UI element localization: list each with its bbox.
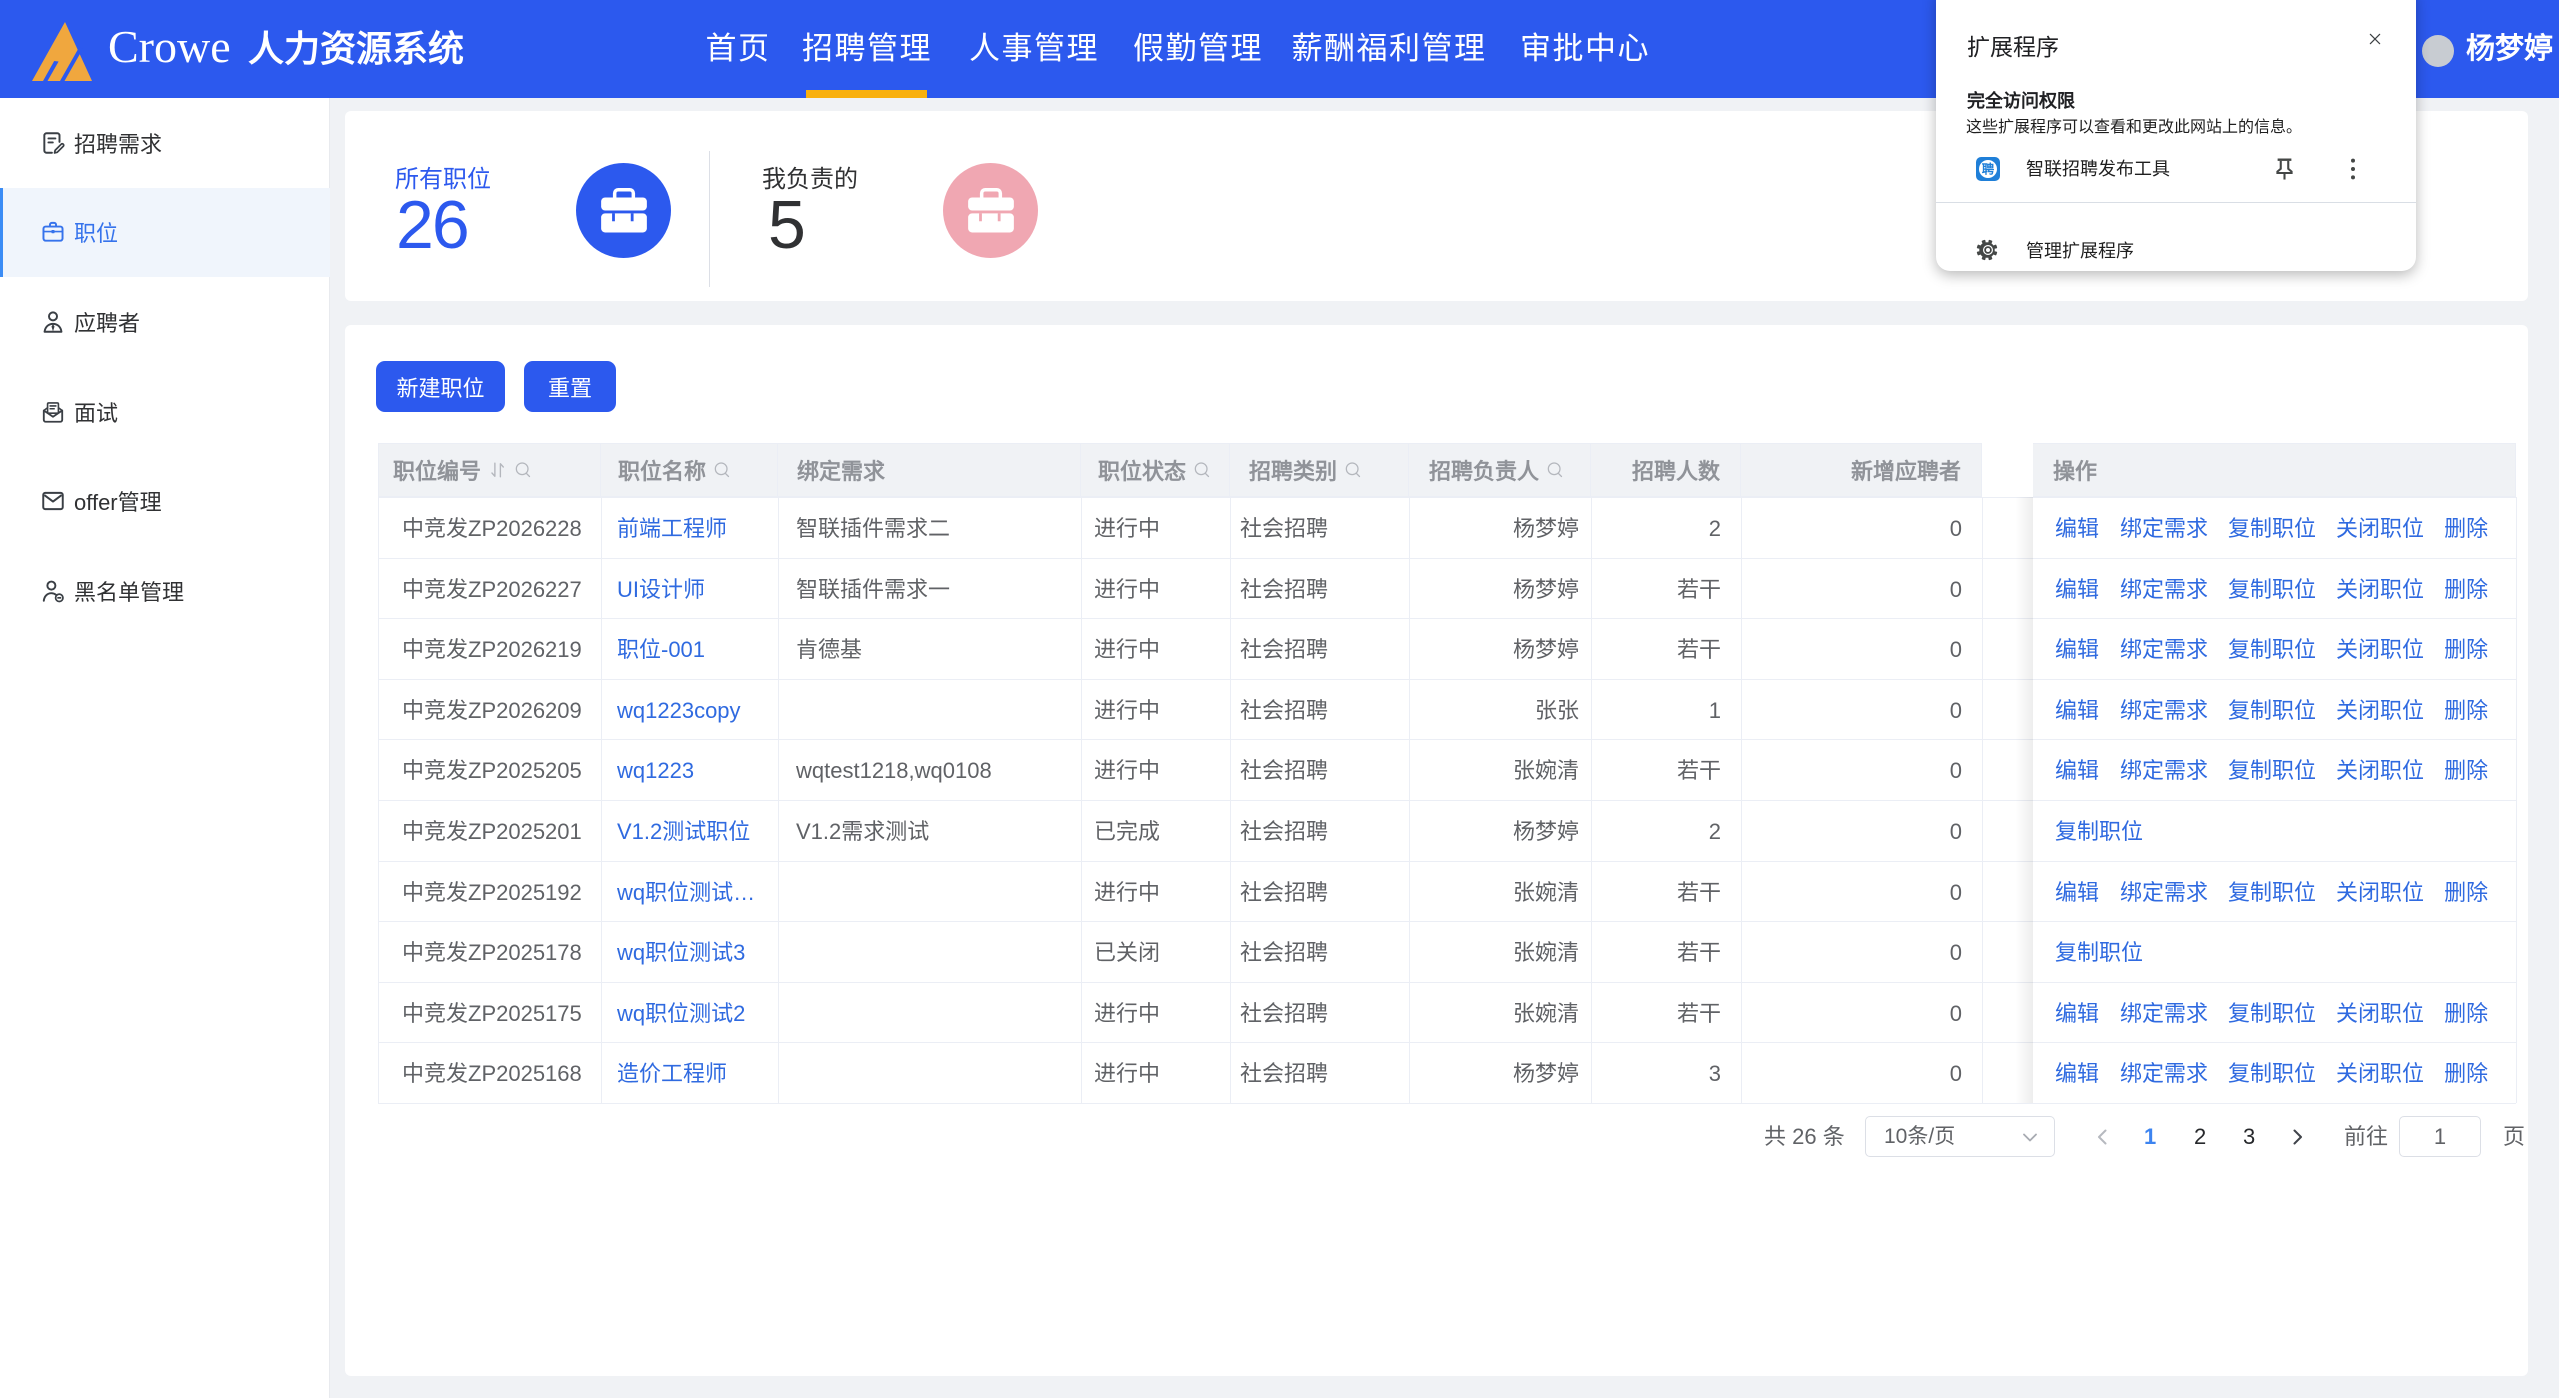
svg-text:聘: 聘 xyxy=(1982,161,1995,176)
